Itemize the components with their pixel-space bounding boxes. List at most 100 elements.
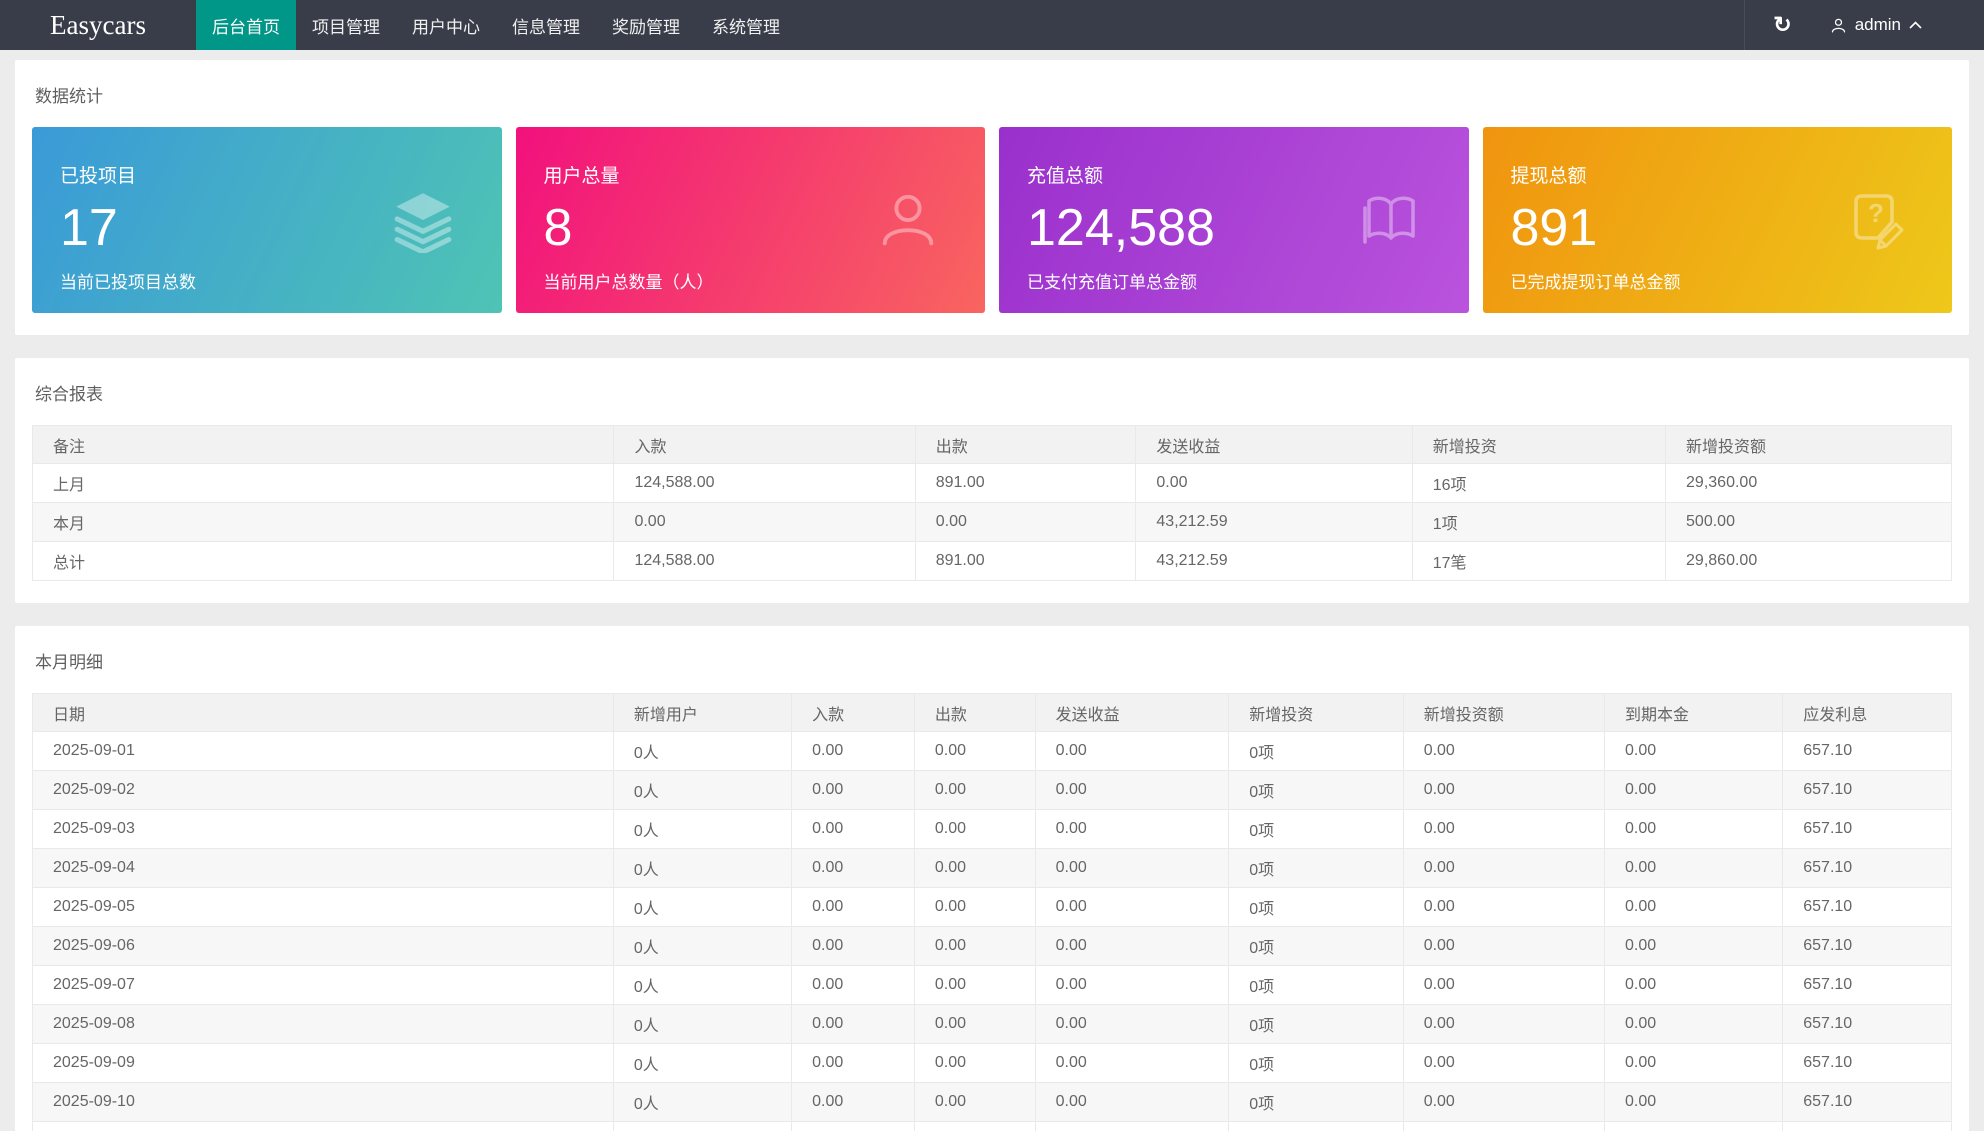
svg-text:?: ? bbox=[1868, 198, 1884, 228]
column-header: 新增投资 bbox=[1229, 694, 1403, 732]
table-cell: 0.00 bbox=[792, 732, 915, 771]
table-cell: 124,588.00 bbox=[614, 464, 915, 503]
table-cell: 0.00 bbox=[914, 888, 1035, 927]
table-cell: 0.00 bbox=[1403, 732, 1604, 771]
table-cell: 0.00 bbox=[1604, 1122, 1782, 1131]
table-cell: 0.00 bbox=[1035, 1122, 1229, 1131]
column-header: 备注 bbox=[33, 426, 614, 464]
table-cell: 2025-09-08 bbox=[33, 1005, 614, 1044]
refresh-button[interactable]: ↻ bbox=[1744, 0, 1819, 50]
table-cell: 0.00 bbox=[792, 849, 915, 888]
month-detail-table: 日期新增用户入款出款发送收益新增投资新增投资额到期本金应发利息 2025-09-… bbox=[32, 693, 1952, 1131]
table-cell: 0人 bbox=[613, 888, 791, 927]
column-header: 出款 bbox=[915, 426, 1136, 464]
table-cell: 0.00 bbox=[1035, 732, 1229, 771]
chevron-up-icon bbox=[1909, 21, 1922, 29]
nav-item-dashboard[interactable]: 后台首页 bbox=[196, 0, 296, 50]
user-avatar-icon bbox=[1830, 17, 1847, 34]
table-row: 2025-09-080人0.000.000.000项0.000.00657.10 bbox=[33, 1005, 1952, 1044]
table-cell: 0.00 bbox=[1604, 771, 1782, 810]
table-cell: 0.00 bbox=[1403, 1044, 1604, 1083]
nav-item-users[interactable]: 用户中心 bbox=[396, 0, 496, 50]
table-cell: 657.10 bbox=[1783, 1083, 1952, 1122]
column-header: 发送收益 bbox=[1136, 426, 1412, 464]
table-cell: 0项 bbox=[1229, 810, 1403, 849]
table-cell: 0.00 bbox=[1604, 810, 1782, 849]
table-cell: 2025-09-03 bbox=[33, 810, 614, 849]
column-header: 发送收益 bbox=[1035, 694, 1229, 732]
table-cell: 0人 bbox=[613, 732, 791, 771]
table-cell: 2025-09-10 bbox=[33, 1083, 614, 1122]
top-navbar: Easycars 后台首页 项目管理 用户中心 信息管理 奖励管理 系统管理 ↻… bbox=[0, 0, 1984, 50]
table-cell: 0.00 bbox=[1403, 1083, 1604, 1122]
table-cell: 0.00 bbox=[792, 1005, 915, 1044]
nav-item-system[interactable]: 系统管理 bbox=[696, 0, 796, 50]
stat-label: 已投项目 bbox=[60, 161, 472, 188]
table-cell: 0.00 bbox=[1403, 771, 1604, 810]
table-header: 日期新增用户入款出款发送收益新增投资新增投资额到期本金应发利息 bbox=[33, 694, 1952, 732]
table-cell: 0项 bbox=[1229, 1083, 1403, 1122]
column-header: 新增用户 bbox=[613, 694, 791, 732]
table-cell: 0人 bbox=[613, 927, 791, 966]
table-cell: 500.00 bbox=[1666, 503, 1952, 542]
table-cell: 0项 bbox=[1229, 1044, 1403, 1083]
table-cell: 0.00 bbox=[792, 1083, 915, 1122]
table-cell: 2025-09-02 bbox=[33, 771, 614, 810]
table-cell: 0人 bbox=[613, 1044, 791, 1083]
table-row: 2025-09-020人0.000.000.000项0.000.00657.10 bbox=[33, 771, 1952, 810]
summary-report-table: 备注入款出款发送收益新增投资新增投资额 上月124,588.00891.000.… bbox=[32, 425, 1952, 581]
brand-logo[interactable]: Easycars bbox=[0, 0, 196, 50]
table-cell: 0人 bbox=[613, 1122, 791, 1131]
table-cell: 2025-09-11 bbox=[33, 1122, 614, 1131]
table-cell: 0.00 bbox=[1035, 1005, 1229, 1044]
table-cell: 0.00 bbox=[1604, 1005, 1782, 1044]
document-question-icon: ? bbox=[1842, 188, 1906, 252]
column-header: 到期本金 bbox=[1604, 694, 1782, 732]
table-cell: 2025-09-07 bbox=[33, 966, 614, 1005]
nav-item-rewards[interactable]: 奖励管理 bbox=[596, 0, 696, 50]
table-cell: 0.00 bbox=[1604, 849, 1782, 888]
table-cell: 0.00 bbox=[1035, 966, 1229, 1005]
table-row: 2025-09-070人0.000.000.000项0.000.00657.10 bbox=[33, 966, 1952, 1005]
refresh-icon: ↻ bbox=[1773, 14, 1791, 36]
column-header: 入款 bbox=[792, 694, 915, 732]
table-cell: 16项 bbox=[1412, 464, 1665, 503]
stat-card-recharge: 充值总额 124,588 已支付充值订单总金额 bbox=[999, 127, 1469, 313]
table-row: 2025-09-030人0.000.000.000项0.000.00657.10 bbox=[33, 810, 1952, 849]
nav-item-label: 奖励管理 bbox=[612, 13, 680, 38]
nav-item-label: 信息管理 bbox=[512, 13, 580, 38]
table-row: 2025-09-010人0.000.000.000项0.000.00657.10 bbox=[33, 732, 1952, 771]
table-cell: 657.10 bbox=[1783, 1044, 1952, 1083]
table-cell: 0人 bbox=[613, 849, 791, 888]
table-cell: 657.10 bbox=[1783, 810, 1952, 849]
table-cell: 总计 bbox=[33, 542, 614, 581]
table-row: 2025-09-100人0.000.000.000项0.000.00657.10 bbox=[33, 1083, 1952, 1122]
column-header: 入款 bbox=[614, 426, 915, 464]
table-cell: 29,860.00 bbox=[1666, 542, 1952, 581]
stat-caption: 已支付充值订单总金额 bbox=[1027, 268, 1439, 293]
column-header: 出款 bbox=[914, 694, 1035, 732]
table-cell: 124,588.00 bbox=[614, 542, 915, 581]
main-menu: 后台首页 项目管理 用户中心 信息管理 奖励管理 系统管理 bbox=[196, 0, 796, 50]
table-cell: 891.00 bbox=[915, 464, 1136, 503]
table-cell: 0.00 bbox=[792, 771, 915, 810]
table-cell: 0.00 bbox=[914, 1044, 1035, 1083]
nav-item-projects[interactable]: 项目管理 bbox=[296, 0, 396, 50]
table-cell: 0人 bbox=[613, 771, 791, 810]
table-cell: 0项 bbox=[1229, 927, 1403, 966]
table-cell: 657.10 bbox=[1783, 849, 1952, 888]
navbar-spacer bbox=[796, 0, 1744, 50]
table-cell: 1项 bbox=[1412, 503, 1665, 542]
stats-panel: 数据统计 已投项目 17 当前已投项目总数 用户总量 8 当前用户总数量（人） bbox=[15, 60, 1969, 335]
table-cell: 2025-09-09 bbox=[33, 1044, 614, 1083]
table-header: 备注入款出款发送收益新增投资新增投资额 bbox=[33, 426, 1952, 464]
stats-section-title: 数据统计 bbox=[35, 82, 1952, 107]
stat-caption: 当前用户总数量（人） bbox=[544, 268, 956, 293]
stat-label: 提现总额 bbox=[1511, 161, 1923, 188]
table-cell: 0.00 bbox=[914, 771, 1035, 810]
table-row: 2025-09-050人0.000.000.000项0.000.00657.10 bbox=[33, 888, 1952, 927]
nav-item-info[interactable]: 信息管理 bbox=[496, 0, 596, 50]
table-cell: 0.00 bbox=[792, 810, 915, 849]
user-menu[interactable]: admin bbox=[1820, 0, 1984, 50]
page-content: 数据统计 已投项目 17 当前已投项目总数 用户总量 8 当前用户总数量（人） bbox=[0, 50, 1984, 1131]
